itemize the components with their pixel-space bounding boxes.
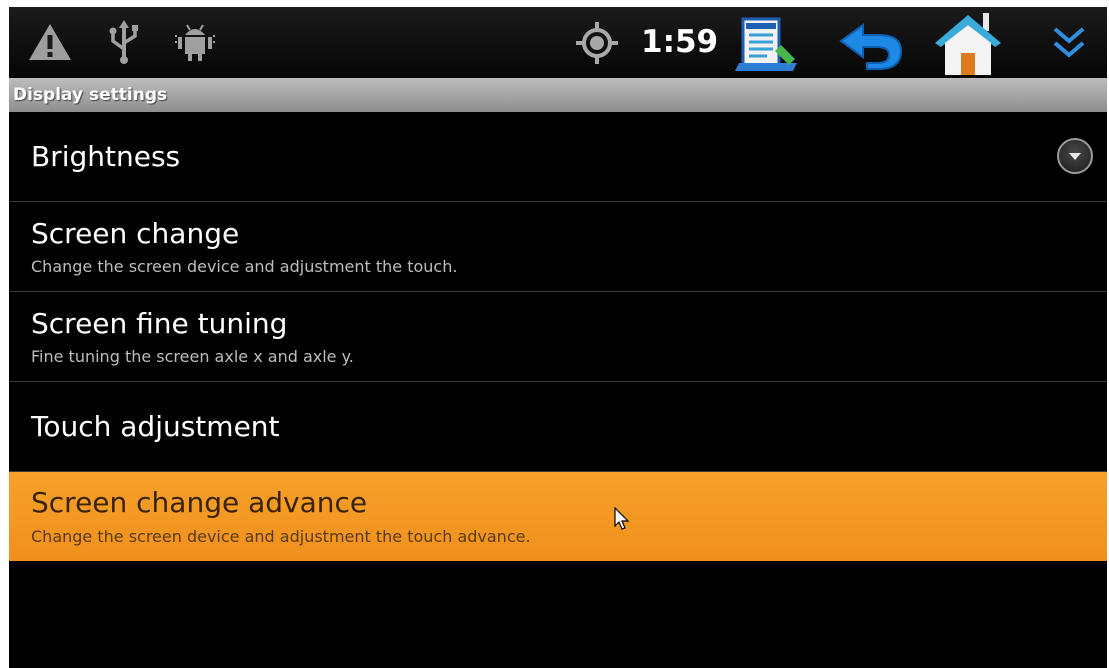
- android-debug-icon: [173, 21, 217, 63]
- back-arrow-icon[interactable]: [835, 17, 905, 71]
- setting-item-title: Screen change: [31, 217, 240, 250]
- setting-item-title: Screen fine tuning: [31, 307, 288, 340]
- setting-item-summary: Fine tuning the screen axle x and axle y…: [31, 347, 354, 366]
- setting-item-screen-change-advance[interactable]: Screen change advance Change the screen …: [9, 472, 1107, 561]
- home-icon[interactable]: [931, 9, 1005, 77]
- setting-item-summary: Change the screen device and adjustment …: [31, 257, 458, 276]
- usb-icon: [107, 19, 141, 65]
- page-title: Display settings: [13, 85, 168, 105]
- setting-item-summary: Change the screen device and adjustment …: [31, 527, 531, 546]
- mouse-cursor-icon: [614, 506, 630, 535]
- setting-item-title: Brightness: [31, 140, 181, 173]
- setting-item-title: Touch adjustment: [31, 410, 280, 443]
- setting-item-brightness[interactable]: Brightness: [9, 112, 1107, 202]
- title-bar: Display settings: [9, 78, 1107, 112]
- setting-item-title: Screen change advance: [31, 486, 368, 519]
- dropdown-arrow-icon[interactable]: [1057, 138, 1093, 174]
- setting-item-touch-adjustment[interactable]: Touch adjustment: [9, 382, 1107, 472]
- setting-item-screen-fine-tuning[interactable]: Screen fine tuning Fine tuning the scree…: [9, 292, 1107, 382]
- notes-app-icon[interactable]: [735, 15, 799, 73]
- setting-item-screen-change[interactable]: Screen change Change the screen device a…: [9, 202, 1107, 292]
- android-screen: 1:59 Display settings Brightness Screen …: [9, 7, 1107, 668]
- status-clock: 1:59: [641, 24, 719, 60]
- status-bar: 1:59: [9, 7, 1107, 78]
- gps-icon: [575, 21, 619, 65]
- warning-icon: [27, 21, 73, 63]
- chevron-double-down-icon[interactable]: [1049, 23, 1089, 63]
